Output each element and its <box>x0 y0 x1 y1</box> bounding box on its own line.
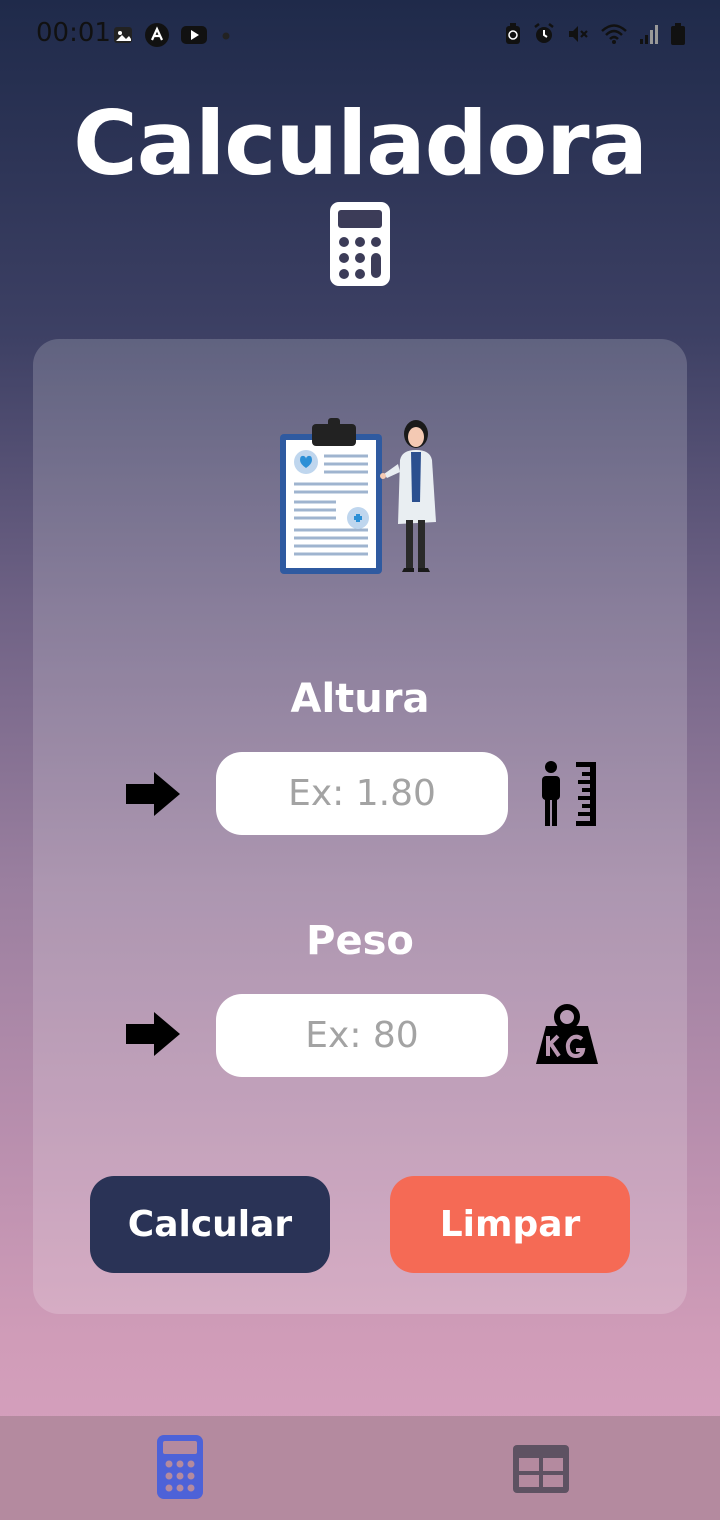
status-left-icons <box>112 22 234 48</box>
weight-input[interactable] <box>216 994 508 1077</box>
wifi-icon <box>601 24 627 44</box>
mute-icon <box>569 26 588 42</box>
table-tab-icon[interactable] <box>512 1444 570 1494</box>
height-measure-icon <box>542 761 596 826</box>
calculate-button[interactable]: Calcular <box>90 1176 330 1273</box>
dot-icon <box>222 32 230 40</box>
calculator-icon <box>330 202 390 286</box>
signal-icon <box>640 25 658 44</box>
clear-button[interactable]: Limpar <box>390 1176 630 1273</box>
battery-icon <box>671 23 685 45</box>
alarm-icon <box>534 23 554 43</box>
calculator-tab-icon[interactable] <box>156 1434 204 1500</box>
app-icon <box>145 23 169 47</box>
kg-weight-icon <box>536 1004 598 1064</box>
height-input[interactable] <box>216 752 508 835</box>
bottom-navigation <box>0 1416 720 1520</box>
height-label: Altura <box>290 676 430 722</box>
page-title: Calculadora <box>73 92 648 195</box>
doctor-clipboard-illustration <box>280 418 436 574</box>
youtube-icon <box>181 26 207 44</box>
status-time: 00:01 <box>36 18 111 48</box>
gallery-icon <box>114 27 132 43</box>
arrow-right-icon <box>126 772 180 816</box>
status-bar: 00:01 <box>0 0 720 70</box>
status-right-icons <box>504 22 686 46</box>
arrow-right-icon <box>126 1012 180 1056</box>
battery-saver-icon <box>506 23 520 44</box>
weight-label: Peso <box>306 918 414 964</box>
